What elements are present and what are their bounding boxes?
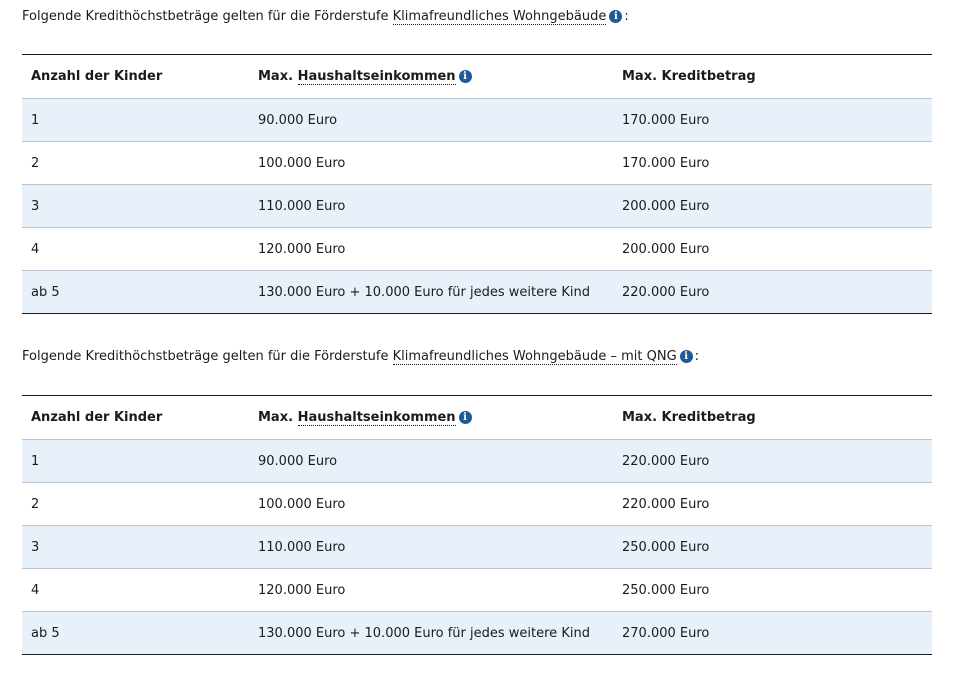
cell-income: 110.000 Euro	[249, 184, 613, 228]
table-row: 4 120.000 Euro 200.000 Euro	[22, 227, 932, 271]
cell-credit: 170.000 Euro	[613, 98, 932, 142]
credit-limit-table: Anzahl der Kinder Max. Haushaltseinkomme…	[22, 54, 932, 314]
cell-income: 90.000 Euro	[249, 439, 613, 483]
header-income: Max. Haushaltseinkommen i	[249, 54, 613, 99]
cell-children: 2	[22, 141, 249, 185]
cell-children: 2	[22, 482, 249, 526]
header-credit: Max. Kreditbetrag	[613, 54, 932, 99]
cell-credit: 250.000 Euro	[613, 568, 932, 612]
cell-children: ab 5	[22, 270, 249, 314]
cell-income: 120.000 Euro	[249, 227, 613, 271]
cell-credit: 170.000 Euro	[613, 141, 932, 185]
info-icon[interactable]: i	[458, 411, 472, 424]
intro-colon: :	[694, 349, 700, 364]
credit-section-klimafreundlich-qng: Folgende Kredithöchstbeträge gelten für …	[22, 347, 932, 655]
cell-credit: 250.000 Euro	[613, 525, 932, 569]
table-row: ab 5 130.000 Euro + 10.000 Euro für jede…	[22, 611, 932, 655]
section-intro: Folgende Kredithöchstbeträge gelten für …	[22, 7, 932, 27]
cell-children: 3	[22, 525, 249, 569]
cell-children: 1	[22, 98, 249, 142]
intro-text: Folgende Kredithöchstbeträge gelten für …	[22, 349, 393, 364]
info-icon[interactable]: i	[458, 70, 472, 83]
cell-children: 1	[22, 439, 249, 483]
cell-credit: 220.000 Euro	[613, 270, 932, 314]
table-row: 3 110.000 Euro 250.000 Euro	[22, 525, 932, 569]
cell-credit: 220.000 Euro	[613, 482, 932, 526]
cell-credit: 200.000 Euro	[613, 227, 932, 271]
cell-credit: 270.000 Euro	[613, 611, 932, 655]
table-row: 1 90.000 Euro 220.000 Euro	[22, 439, 932, 483]
cell-income: 130.000 Euro + 10.000 Euro für jedes wei…	[249, 270, 613, 314]
info-icon[interactable]: i	[609, 10, 623, 23]
cell-children: 4	[22, 568, 249, 612]
table-row: 3 110.000 Euro 200.000 Euro	[22, 184, 932, 228]
table-row: 2 100.000 Euro 220.000 Euro	[22, 482, 932, 526]
credit-section-klimafreundlich: Folgende Kredithöchstbeträge gelten für …	[22, 7, 932, 314]
cell-income: 110.000 Euro	[249, 525, 613, 569]
table-header-row: Anzahl der Kinder Max. Haushaltseinkomme…	[22, 395, 932, 440]
header-income: Max. Haushaltseinkommen i	[249, 395, 613, 440]
glossary-link-haushaltseinkommen[interactable]: Haushaltseinkommen	[297, 69, 456, 85]
glossary-link-klimafreundliches-wohngebaeude-qng[interactable]: Klimafreundliches Wohngebäude – mit QNG	[392, 349, 677, 365]
header-children: Anzahl der Kinder	[22, 54, 249, 99]
cell-credit: 200.000 Euro	[613, 184, 932, 228]
cell-credit: 220.000 Euro	[613, 439, 932, 483]
credit-limit-table: Anzahl der Kinder Max. Haushaltseinkomme…	[22, 395, 932, 655]
cell-children: 3	[22, 184, 249, 228]
header-children: Anzahl der Kinder	[22, 395, 249, 440]
cell-income: 100.000 Euro	[249, 141, 613, 185]
header-income-prefix: Max.	[258, 69, 298, 84]
table-header-row: Anzahl der Kinder Max. Haushaltseinkomme…	[22, 54, 932, 99]
cell-income: 120.000 Euro	[249, 568, 613, 612]
table-row: 4 120.000 Euro 250.000 Euro	[22, 568, 932, 612]
intro-text: Folgende Kredithöchstbeträge gelten für …	[22, 9, 393, 24]
cell-children: 4	[22, 227, 249, 271]
cell-income: 90.000 Euro	[249, 98, 613, 142]
section-intro: Folgende Kredithöchstbeträge gelten für …	[22, 347, 932, 367]
table-row: 2 100.000 Euro 170.000 Euro	[22, 141, 932, 185]
glossary-link-klimafreundliches-wohngebaeude[interactable]: Klimafreundliches Wohngebäude	[392, 9, 607, 25]
glossary-link-haushaltseinkommen[interactable]: Haushaltseinkommen	[297, 410, 456, 426]
header-credit: Max. Kreditbetrag	[613, 395, 932, 440]
intro-colon: :	[624, 9, 629, 24]
cell-children: ab 5	[22, 611, 249, 655]
table-row: ab 5 130.000 Euro + 10.000 Euro für jede…	[22, 270, 932, 314]
cell-income: 130.000 Euro + 10.000 Euro für jedes wei…	[249, 611, 613, 655]
table-row: 1 90.000 Euro 170.000 Euro	[22, 98, 932, 142]
header-income-prefix: Max.	[258, 410, 298, 425]
info-icon[interactable]: i	[679, 350, 693, 363]
cell-income: 100.000 Euro	[249, 482, 613, 526]
